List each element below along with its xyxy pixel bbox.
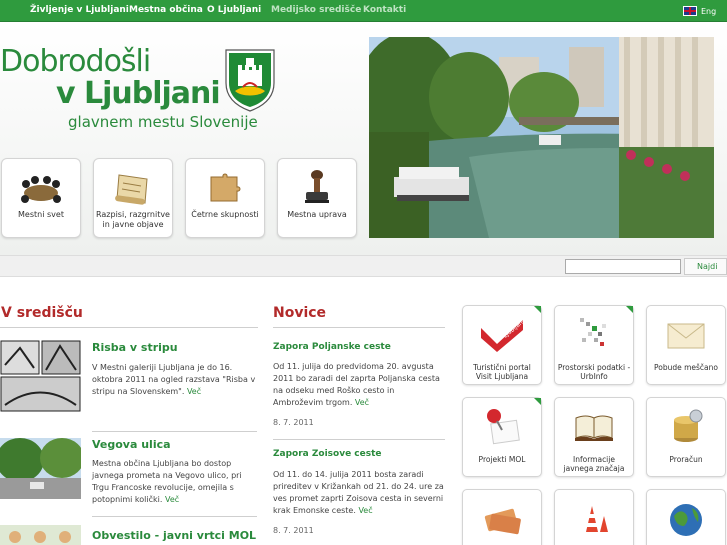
coins-icon bbox=[674, 409, 703, 442]
comic-strip-thumbnail[interactable] bbox=[0, 340, 81, 412]
read-more-link[interactable]: Več bbox=[187, 387, 201, 396]
welcome-line-1: Dobrodošli bbox=[0, 44, 151, 79]
visit-ljubljana-icon: Ljubljana bbox=[481, 317, 527, 352]
quicklink-budget[interactable]: Proračun bbox=[646, 397, 726, 477]
divider bbox=[273, 327, 445, 328]
quicklink-label: Projekti MOL bbox=[478, 455, 526, 464]
quicklink-tickets[interactable] bbox=[462, 489, 542, 545]
tile-tenders[interactable]: Razpisi, razgrnitve in javne objave bbox=[93, 158, 173, 238]
news-title[interactable]: Zapora Zoisove ceste bbox=[273, 449, 382, 459]
tile-city-council[interactable]: Mestni svet bbox=[1, 158, 81, 238]
news-date: 8. 7. 2011 bbox=[273, 418, 314, 427]
read-more-link[interactable]: Več bbox=[165, 495, 179, 504]
map-pixels-icon bbox=[580, 318, 606, 346]
uk-flag-icon[interactable] bbox=[683, 6, 697, 16]
scroll-icon bbox=[115, 174, 148, 205]
welcome-tagline: glavnem mestu Slovenije bbox=[68, 113, 258, 131]
article-title[interactable]: Vegova ulica bbox=[92, 438, 171, 451]
pushpin-icon bbox=[487, 409, 520, 445]
puzzle-icon bbox=[210, 173, 241, 202]
nav-item-municipality[interactable]: Mestna občina bbox=[129, 5, 203, 15]
quicklink-roadworks[interactable] bbox=[554, 489, 634, 545]
corner-marker bbox=[626, 306, 633, 313]
quicklink-mol-projects[interactable]: Projekti MOL bbox=[462, 397, 542, 477]
feature-heading: V središču bbox=[1, 305, 83, 321]
corner-marker bbox=[534, 306, 541, 313]
read-more-link[interactable]: Več bbox=[358, 506, 372, 515]
divider bbox=[273, 439, 445, 440]
quicklink-label: Informacije javnega značaja bbox=[563, 455, 625, 473]
stamp-icon bbox=[305, 170, 329, 203]
quicklink-visit-ljubljana[interactable]: Ljubljana Turistični portal Visit Ljublj… bbox=[462, 305, 542, 385]
search-input[interactable] bbox=[565, 259, 681, 274]
nav-item-contacts[interactable]: Kontakti bbox=[363, 5, 406, 15]
read-more-link[interactable]: Več bbox=[355, 398, 369, 407]
ljubljanica-river-photo bbox=[369, 37, 714, 238]
divider bbox=[0, 327, 258, 328]
envelope-icon bbox=[667, 323, 705, 349]
quicklink-public-information[interactable]: Informacije javnega značaja bbox=[554, 397, 634, 477]
divider bbox=[92, 431, 257, 432]
top-navigation: Življenje v Ljubljani Mestna občina O Lj… bbox=[0, 0, 727, 22]
news-title[interactable]: Zapora Poljanske ceste bbox=[273, 342, 391, 352]
ljubljana-crest-icon[interactable] bbox=[223, 47, 277, 113]
tile-label: Mestna uprava bbox=[287, 210, 347, 219]
quicklink-label: Prostorski podatki - UrbInfo bbox=[557, 363, 631, 381]
quicklink-citizen-initiatives[interactable]: Pobude meščano bbox=[646, 305, 726, 385]
news-excerpt: Od 11. do 14. julija 2011 bosta zaradi p… bbox=[273, 470, 444, 515]
book-icon bbox=[575, 415, 613, 441]
article-excerpt: V Mestni galeriji Ljubljana je do 16. ok… bbox=[92, 363, 256, 396]
quicklink-globe[interactable] bbox=[646, 489, 726, 545]
vegova-street-thumbnail[interactable] bbox=[0, 438, 81, 499]
tile-label: Mestni svet bbox=[18, 210, 64, 219]
quicklink-label: Pobude meščano bbox=[653, 363, 718, 372]
tile-districts[interactable]: Četrne skupnosti bbox=[185, 158, 265, 238]
quicklink-label: Proračun bbox=[669, 455, 703, 464]
tickets-icon bbox=[484, 508, 521, 535]
traffic-cones-icon bbox=[586, 506, 608, 532]
news-excerpt: Od 11. julija do predvidoma 20. avgusta … bbox=[273, 362, 440, 407]
nav-item-media-center[interactable]: Medijsko središče bbox=[271, 5, 361, 15]
divider bbox=[92, 516, 257, 517]
article-title[interactable]: Risba v stripu bbox=[92, 341, 178, 354]
nav-item-life-in-ljubljana[interactable]: Življenje v Ljubljani bbox=[30, 5, 129, 15]
globe-icon bbox=[670, 504, 702, 536]
kindergarten-thumbnail[interactable] bbox=[0, 525, 81, 545]
language-switch[interactable]: Eng bbox=[701, 7, 716, 16]
corner-marker bbox=[534, 398, 541, 405]
tile-label: Razpisi, razgrnitve in javne objave bbox=[96, 210, 170, 229]
news-date: 8. 7. 2011 bbox=[273, 526, 314, 535]
quicklink-urbinfo[interactable]: Prostorski podatki - UrbInfo bbox=[554, 305, 634, 385]
nav-item-about-ljubljana[interactable]: O Ljubljani bbox=[207, 5, 261, 15]
tile-city-administration[interactable]: Mestna uprava bbox=[277, 158, 357, 238]
tile-label: Četrne skupnosti bbox=[191, 210, 259, 219]
quicklink-label: Turistični portal Visit Ljubljana bbox=[473, 363, 531, 381]
article-title[interactable]: Obvestilo - javni vrtci MOL bbox=[92, 529, 256, 542]
council-table-icon bbox=[21, 176, 61, 203]
search-button[interactable]: Najdi bbox=[684, 258, 727, 275]
article-excerpt: Mestna občina Ljubljana bo dostop javneg… bbox=[92, 459, 242, 504]
news-heading: Novice bbox=[273, 305, 327, 321]
welcome-line-2: v Ljubljani bbox=[56, 76, 221, 111]
